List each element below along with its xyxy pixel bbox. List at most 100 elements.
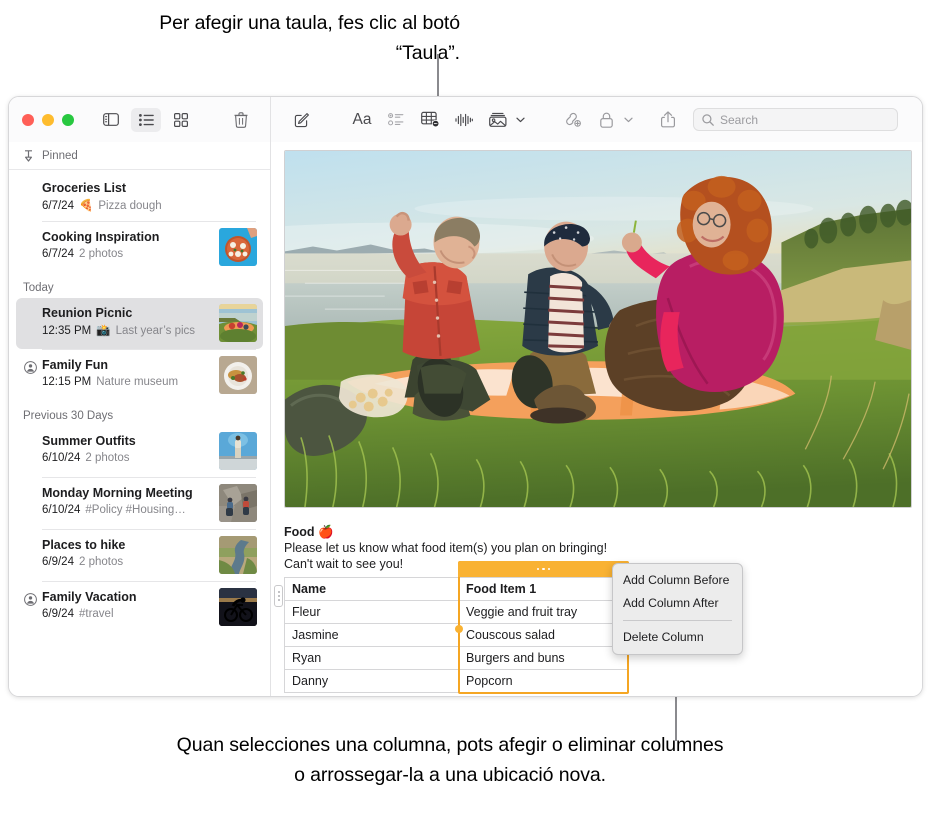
table-row: FleurVeggie and fruit tray	[285, 601, 629, 624]
note-heading: Food 🍎	[284, 524, 910, 540]
note-item-snippet: 2 photos	[79, 248, 123, 260]
note-item-title: Monday Morning Meeting	[42, 485, 211, 501]
search-input[interactable]: Search	[693, 108, 898, 131]
format-button[interactable]: Aa	[345, 107, 379, 133]
note-item-content: Places to hike6/9/242 photos	[42, 536, 211, 570]
pinned-section-header: Pinned	[9, 142, 270, 170]
note-heading-text: Food	[284, 525, 315, 539]
sidebar-toggle-button[interactable]	[96, 108, 126, 132]
note-item-content: Family Fun12:15 PMNature museum	[42, 356, 211, 390]
note-item-meta: 6/10/242 photos	[42, 450, 211, 466]
note-group-title: Today	[9, 273, 270, 298]
media-button[interactable]	[481, 107, 515, 133]
share-button[interactable]	[651, 107, 685, 133]
add-people-link-icon	[563, 112, 582, 128]
add-people-button[interactable]	[555, 107, 589, 133]
picnic-sunset-photo	[285, 151, 911, 507]
table-cell[interactable]: Ryan	[285, 647, 459, 670]
table-cell[interactable]: Popcorn	[459, 670, 629, 693]
note-list-item[interactable]: Family Vacation6/9/24#travel	[16, 582, 263, 633]
table-row: DannyPopcorn	[285, 670, 629, 693]
table-cell[interactable]: Couscous salad	[459, 624, 629, 647]
table-header-cell[interactable]: Food Item 1	[459, 578, 629, 601]
table-cell[interactable]: Burgers and buns	[459, 647, 629, 670]
row-drag-handle[interactable]	[274, 585, 283, 607]
list-view-icon	[139, 114, 154, 126]
share-icon	[661, 111, 675, 128]
close-button[interactable]	[22, 114, 34, 126]
context-menu-item[interactable]: Add Column Before	[613, 569, 742, 592]
trash-icon	[234, 112, 248, 128]
note-item-title: Groceries List	[42, 180, 257, 196]
context-menu-item[interactable]: Delete Column	[613, 626, 742, 649]
note-item-title: Family Vacation	[42, 589, 211, 605]
window-controls	[22, 114, 74, 126]
table-button[interactable]	[413, 107, 447, 133]
note-item-snippet: #Policy #Housing…	[85, 504, 185, 516]
gallery-view-icon	[174, 113, 188, 127]
main-pane: Aa	[271, 97, 922, 696]
minimize-button[interactable]	[42, 114, 54, 126]
notes-app-window: Pinned Groceries List6/7/24🍕Pizza dough C…	[8, 96, 923, 697]
column-context-menu[interactable]: Add Column BeforeAdd Column After Delete …	[612, 563, 743, 655]
compose-button[interactable]	[285, 107, 319, 133]
audio-waveform-icon	[455, 113, 473, 127]
table-cell[interactable]: Jasmine	[285, 624, 459, 647]
note-body[interactable]: Food 🍎 Please let us know what food item…	[271, 142, 922, 696]
note-item-meta: 12:35 PM 📸 Last year’s pics	[42, 322, 211, 339]
note-item-date: 12:15 PM	[42, 376, 91, 388]
note-item-meta: 6/10/24 #Policy #Housing…	[42, 502, 211, 518]
shared-account-icon	[24, 361, 37, 374]
note-list[interactable]: Groceries List6/7/24🍕Pizza doughCooking …	[9, 170, 270, 696]
table-cell[interactable]: Fleur	[285, 601, 459, 624]
media-icon	[489, 112, 507, 127]
table-header-cell[interactable]: Name	[285, 578, 459, 601]
note-item-content: Reunion Picnic12:35 PM📸Last year’s pics	[42, 304, 211, 339]
note-item-content: Family Vacation6/9/24#travel	[42, 588, 211, 622]
note-item-date: 6/7/24	[42, 248, 74, 260]
note-list-item[interactable]: Groceries List6/7/24🍕Pizza dough	[16, 173, 263, 221]
note-item-thumbnail	[219, 356, 257, 394]
gallery-view-button[interactable]	[166, 108, 196, 132]
sidebar: Pinned Groceries List6/7/24🍕Pizza doughC…	[9, 97, 271, 696]
note-list-item[interactable]: Family Fun12:15 PMNature museum	[16, 350, 263, 401]
note-item-snippet: Last year’s pics	[116, 325, 195, 337]
note-list-item[interactable]: Summer Outfits6/10/242 photos	[16, 426, 263, 477]
compose-icon	[294, 112, 310, 128]
note-list-item[interactable]: Places to hike6/9/242 photos	[16, 530, 263, 581]
checklist-button[interactable]	[379, 107, 413, 133]
pin-icon	[23, 150, 34, 162]
table-cell[interactable]: Veggie and fruit tray	[459, 601, 629, 624]
audio-button[interactable]	[447, 107, 481, 133]
shared-account-icon	[24, 593, 37, 606]
sidebar-view-buttons	[96, 108, 196, 132]
note-list-item[interactable]: Cooking Inspiration6/7/242 photos	[16, 222, 263, 273]
note-item-thumbnail	[219, 536, 257, 574]
note-item-thumbnail	[219, 304, 257, 342]
lock-button[interactable]	[589, 107, 623, 133]
note-item-emoji: 🍕	[79, 198, 93, 212]
note-item-content: Summer Outfits6/10/242 photos	[42, 432, 211, 466]
food-table[interactable]: NameFood Item 1FleurVeggie and fruit tra…	[284, 577, 629, 693]
zoom-button[interactable]	[62, 114, 74, 126]
note-item-date: 6/10/24	[42, 504, 80, 516]
note-list-item[interactable]: Monday Morning Meeting 6/10/24 #Policy #Ho…	[16, 478, 263, 529]
table-cell[interactable]: Danny	[285, 670, 459, 693]
screenshot-root: Per afegir una taula, fes clic al botó “…	[0, 0, 931, 838]
note-item-meta: 6/9/242 photos	[42, 554, 211, 570]
table-row: RyanBurgers and buns	[285, 647, 629, 670]
search-icon	[702, 114, 714, 126]
context-menu-item[interactable]: Add Column After	[613, 592, 742, 615]
note-item-thumbnail	[219, 588, 257, 626]
note-paragraph-line-1: Please let us know what food item(s) you…	[284, 540, 910, 556]
format-aa-icon: Aa	[353, 111, 372, 129]
note-item-date: 12:35 PM	[42, 325, 91, 337]
note-item-emoji: 📸	[96, 323, 110, 337]
note-list-item[interactable]: Reunion Picnic12:35 PM📸Last year’s pics	[16, 298, 263, 349]
chevron-down-icon-lock[interactable]	[624, 117, 633, 123]
note-item-content: Groceries List6/7/24🍕Pizza dough	[42, 179, 257, 214]
delete-note-button[interactable]	[226, 108, 256, 132]
chevron-down-icon-media[interactable]	[516, 117, 525, 123]
note-group-title: Previous 30 Days	[9, 401, 270, 426]
list-view-button[interactable]	[131, 108, 161, 132]
